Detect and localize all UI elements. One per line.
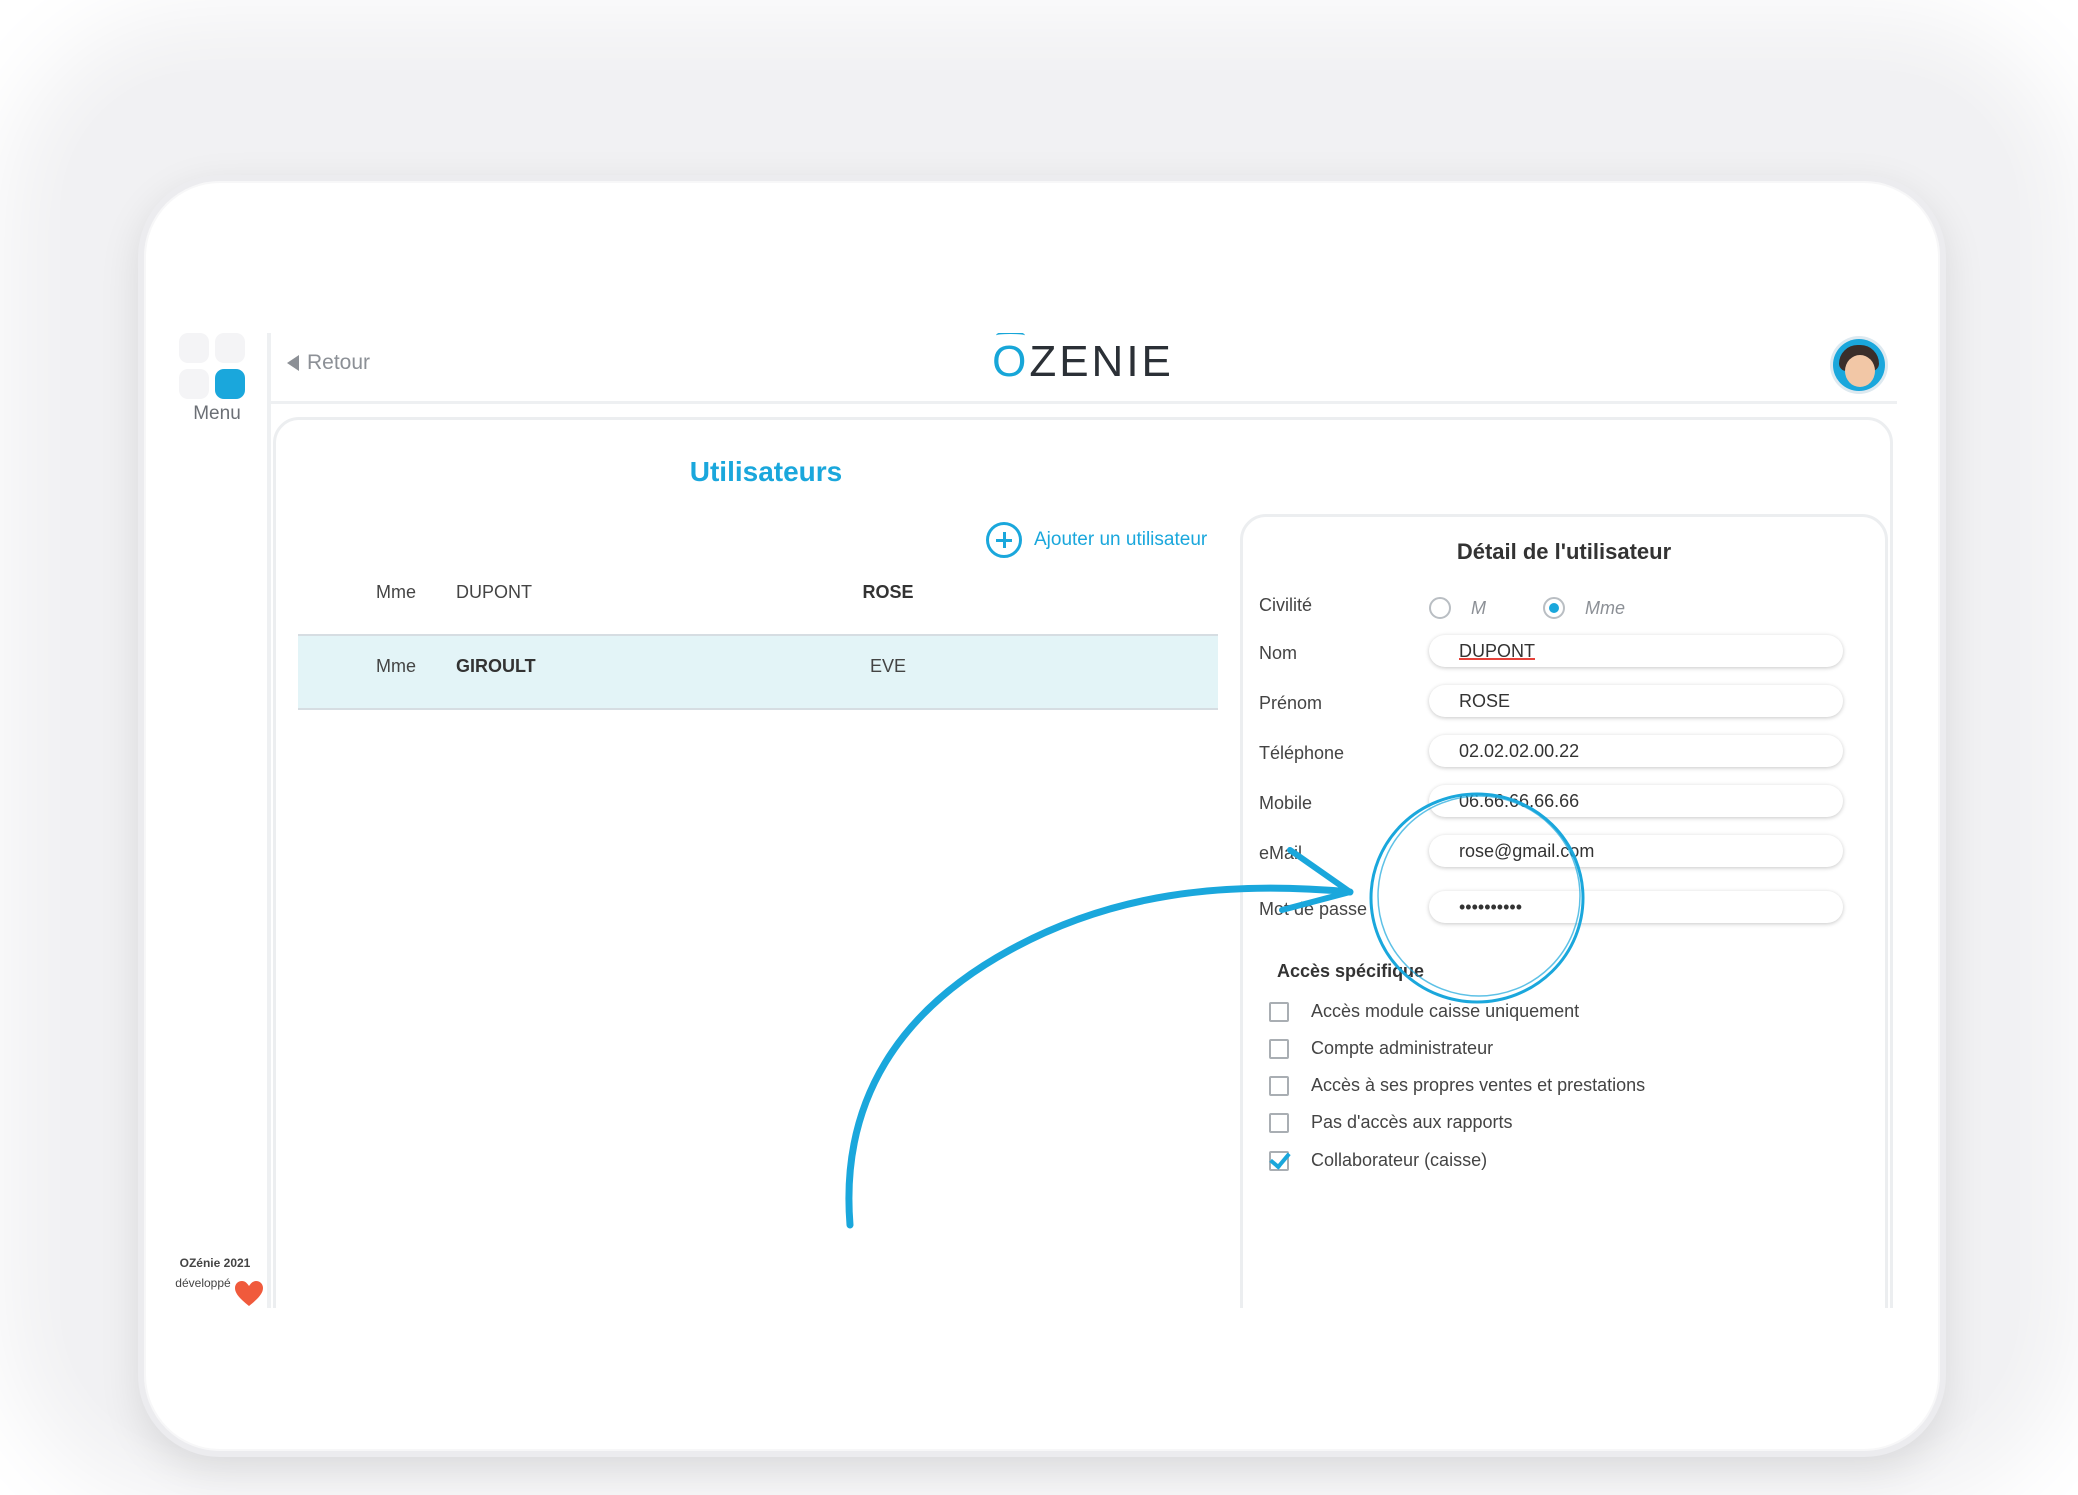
row-civilite: Mme	[376, 656, 416, 677]
checkbox-rapports[interactable]: Pas d'accès aux rapports	[1269, 1112, 1513, 1133]
checkbox-icon	[1269, 1113, 1289, 1133]
checkbox-label: Accès module caisse uniquement	[1311, 1001, 1579, 1022]
prenom-field[interactable]: ROSE	[1429, 685, 1843, 717]
prenom-label: Prénom	[1259, 693, 1322, 714]
checkbox-propres-ventes[interactable]: Accès à ses propres ventes et prestation…	[1269, 1075, 1645, 1096]
row-nom: DUPONT	[456, 582, 532, 603]
add-circle-icon	[986, 522, 1022, 558]
menu-grid-icon	[179, 333, 245, 399]
table-row-selected[interactable]: Mme GIROULT EVE	[298, 636, 1218, 710]
header-bar: Retour OZENIE	[269, 333, 1897, 404]
app-screen: Menu OZénie 2021 développé Retour OZENIE…	[163, 333, 1897, 1308]
telephone-field[interactable]: 02.02.02.00.22	[1429, 735, 1843, 767]
checkbox-collaborateur[interactable]: Collaborateur (caisse)	[1269, 1150, 1487, 1171]
radio-mme-label: Mme	[1585, 598, 1625, 619]
radio-m-dot	[1429, 597, 1451, 619]
page-title: Utilisateurs	[276, 456, 1256, 488]
row-prenom: ROSE	[778, 582, 998, 603]
email-field[interactable]: rose@gmail.com	[1429, 835, 1843, 867]
mobile-field[interactable]: 06.66.66.66.66	[1429, 785, 1843, 817]
detail-title: Détail de l'utilisateur	[1243, 539, 1885, 565]
checkbox-icon	[1269, 1076, 1289, 1096]
checkbox-label: Compte administrateur	[1311, 1038, 1493, 1059]
radio-mme-dot	[1543, 597, 1565, 619]
radio-m-label: M	[1471, 598, 1486, 619]
mobile-label: Mobile	[1259, 793, 1312, 814]
nom-field[interactable]: DUPONT	[1429, 635, 1843, 667]
row-civilite: Mme	[376, 582, 416, 603]
nom-label: Nom	[1259, 643, 1297, 664]
app-logo: OZENIE	[269, 337, 1897, 387]
add-user-label: Ajouter un utilisateur	[1034, 529, 1207, 551]
password-label: Mot de passe	[1259, 899, 1367, 920]
menu-button[interactable]: Menu	[179, 333, 249, 423]
acces-title: Accès spécifique	[1277, 961, 1424, 982]
checkbox-icon	[1269, 1039, 1289, 1059]
checkmark-icon	[1269, 1151, 1289, 1171]
email-label: eMail	[1259, 843, 1302, 864]
checkbox-admin[interactable]: Compte administrateur	[1269, 1038, 1493, 1059]
menu-label: Menu	[177, 403, 257, 425]
user-detail-card: Détail de l'utilisateur Civilité M Mme N…	[1240, 514, 1888, 1308]
footer-text: développé	[175, 1276, 230, 1290]
users-list: Mme DUPONT ROSE Mme GIROULT EVE	[298, 562, 1218, 710]
checkbox-acces-caisse[interactable]: Accès module caisse uniquement	[1269, 1001, 1579, 1022]
avatar[interactable]	[1833, 339, 1885, 391]
checkbox-label: Accès à ses propres ventes et prestation…	[1311, 1075, 1645, 1096]
sidebar: Menu OZénie 2021 développé	[163, 333, 271, 1308]
password-field[interactable]: ••••••••••	[1429, 891, 1843, 923]
add-user-button[interactable]: Ajouter un utilisateur	[986, 522, 1207, 558]
checkbox-label: Collaborateur (caisse)	[1311, 1150, 1487, 1171]
row-prenom: EVE	[778, 656, 998, 677]
radio-mme[interactable]: Mme	[1543, 597, 1625, 619]
row-nom: GIROULT	[456, 656, 536, 677]
logo-text: ZENIE	[1029, 337, 1174, 386]
radio-m[interactable]: M	[1429, 597, 1486, 619]
users-panel: Utilisateurs Ajouter un utilisateur Mme …	[273, 417, 1893, 1308]
footer-brand-name: OZénie 2021	[180, 1256, 251, 1270]
checkbox-label: Pas d'accès aux rapports	[1311, 1112, 1513, 1133]
table-row[interactable]: Mme DUPONT ROSE	[298, 562, 1218, 636]
telephone-label: Téléphone	[1259, 743, 1344, 764]
civilite-label: Civilité	[1259, 595, 1312, 616]
logo-initial: O	[992, 337, 1029, 387]
heart-icon	[235, 1281, 263, 1307]
checkbox-icon	[1269, 1002, 1289, 1022]
